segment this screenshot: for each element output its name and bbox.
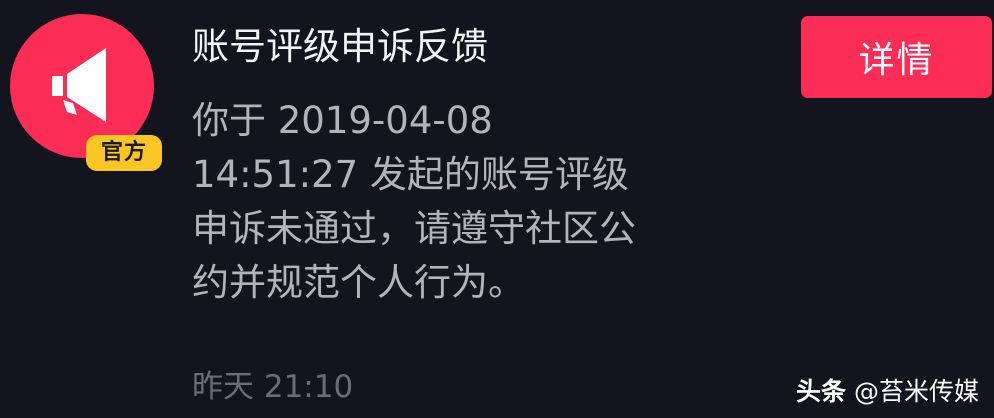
official-avatar[interactable]: 官方 [10, 14, 162, 171]
official-badge: 官方 [86, 135, 162, 171]
detail-button[interactable]: 详情 [801, 16, 992, 98]
watermark: 头条 @苔米传媒 [796, 377, 979, 407]
watermark-brand: 头条 [796, 377, 847, 406]
message-line: 申诉未通过，请遵守社区公 [192, 207, 636, 250]
message-line: 你于 2019-04-08 [192, 99, 493, 142]
notification-title: 账号评级申诉反馈 [192, 25, 488, 68]
notification-message: 你于 2019-04-08 14:51:27 发起的账号评级 申诉未通过，请遵守… [192, 94, 752, 310]
message-line: 约并规范个人行为。 [192, 261, 525, 304]
watermark-handle: @苔米传媒 [853, 377, 979, 406]
notification-time: 昨天 21:10 [192, 369, 354, 405]
message-line: 14:51:27 发起的账号评级 [192, 153, 629, 196]
